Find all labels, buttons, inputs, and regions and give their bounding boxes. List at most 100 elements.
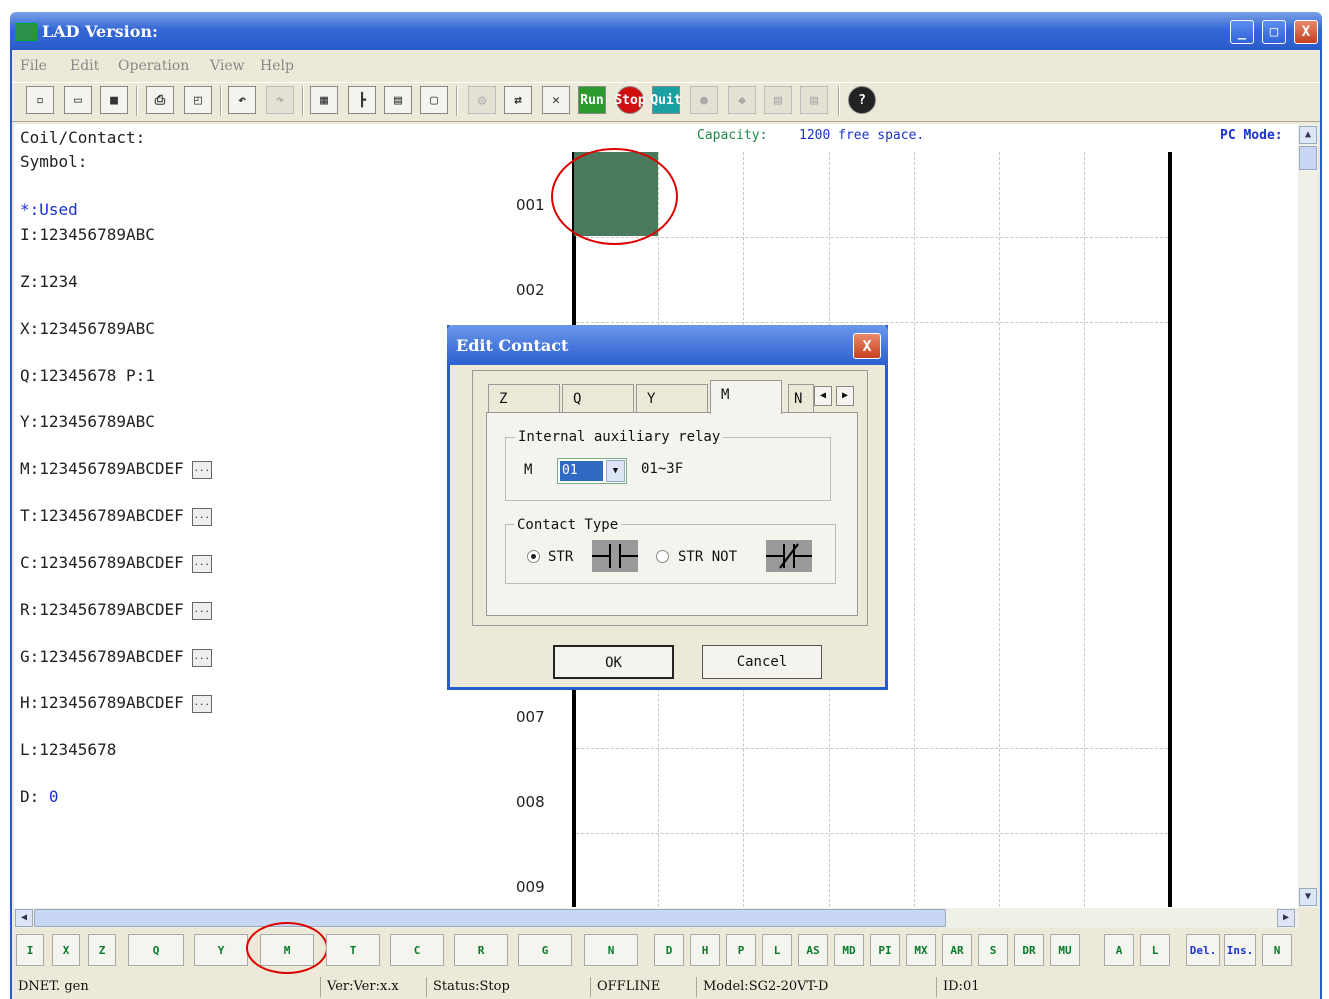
coil-l-button[interactable]: L	[762, 934, 792, 966]
write-icon[interactable]: ▤	[764, 86, 792, 114]
coil-dr-button[interactable]: DR	[1014, 934, 1044, 966]
r-more-button[interactable]: ...	[191, 601, 212, 620]
new-file-icon[interactable]: ▫	[26, 86, 54, 114]
radio-str-not[interactable]	[656, 550, 669, 563]
radio-str-label: STR	[548, 549, 574, 565]
menu-edit[interactable]: Edit	[70, 58, 99, 74]
text-view-icon[interactable]: ▢	[420, 86, 448, 114]
tab-m[interactable]: M	[710, 380, 782, 414]
help-icon[interactable]: ?	[848, 86, 876, 114]
contact-z-button[interactable]: Z	[88, 934, 116, 966]
symbol-g-row: G:123456789ABCDEF...	[20, 647, 212, 667]
symbol-y: Y:123456789ABC	[20, 412, 155, 431]
toolbar-separator	[220, 86, 222, 116]
coil-contact-label: Coil/Contact:	[20, 128, 146, 147]
contact-g-button[interactable]: G	[518, 934, 572, 966]
undo-icon[interactable]: ↶	[228, 86, 256, 114]
horizontal-scroll-thumb[interactable]	[34, 909, 946, 927]
settings-tool-icon[interactable]: ✕	[542, 86, 570, 114]
redo-icon[interactable]: ↷	[266, 86, 294, 114]
maximize-button[interactable]: □	[1262, 20, 1286, 44]
cancel-button[interactable]: Cancel	[702, 645, 822, 679]
coil-mu-button[interactable]: MU	[1050, 934, 1080, 966]
pc-mode-label: PC Mode:	[1220, 128, 1283, 143]
insert-button[interactable]: Ins.	[1224, 934, 1256, 966]
read-icon[interactable]: ▤	[800, 86, 828, 114]
menu-file[interactable]: File	[20, 58, 47, 74]
toolbar-separator	[302, 86, 304, 116]
right-power-rail	[1168, 152, 1172, 907]
symbol-m-row: M:123456789ABCDEF...	[20, 459, 212, 479]
ok-button[interactable]: OK	[553, 645, 674, 679]
coil-md-button[interactable]: MD	[834, 934, 864, 966]
h-more-button[interactable]: ...	[191, 694, 212, 713]
contact-i-button[interactable]: I	[16, 934, 44, 966]
m-more-button[interactable]: ...	[191, 460, 212, 479]
contact-r-button[interactable]: R	[454, 934, 508, 966]
ladder-view-icon[interactable]: ▦	[310, 86, 338, 114]
tab-y[interactable]: Y	[636, 384, 708, 412]
used-legend: *:Used	[20, 200, 78, 219]
status-version: Ver:Ver:x.x	[320, 977, 422, 997]
menu-view[interactable]: View	[210, 58, 245, 74]
c-more-button[interactable]: ...	[191, 554, 212, 573]
scroll-right-icon[interactable]: ▶	[1277, 909, 1295, 927]
grid-line	[1084, 152, 1085, 907]
g-more-button[interactable]: ...	[191, 648, 212, 667]
close-button[interactable]: X	[1294, 20, 1318, 44]
new-rung-button[interactable]: N	[1262, 934, 1292, 966]
contact-y-button[interactable]: Y	[194, 934, 248, 966]
coil-s-button[interactable]: S	[978, 934, 1008, 966]
line-a-button[interactable]: A	[1104, 934, 1134, 966]
vertical-scroll-thumb[interactable]	[1299, 146, 1317, 170]
scroll-left-icon[interactable]: ◀	[15, 909, 33, 927]
tab-scroll-right-icon[interactable]: ▶	[836, 386, 854, 406]
tab-scroll-left-icon[interactable]: ◀	[814, 386, 832, 406]
print-icon[interactable]: ⎙	[146, 86, 174, 114]
coil-as-button[interactable]: AS	[798, 934, 828, 966]
status-file: DNET. gen	[18, 979, 89, 994]
contact-x-button[interactable]: X	[52, 934, 80, 966]
contact-n-button[interactable]: N	[584, 934, 638, 966]
scroll-up-icon[interactable]: ▲	[1299, 126, 1317, 144]
contact-q-button[interactable]: Q	[128, 934, 184, 966]
transfer-icon[interactable]: ⇄	[504, 86, 532, 114]
stop-button[interactable]: Stop	[614, 86, 646, 114]
radio-str[interactable]	[527, 550, 540, 563]
coil-mx-button[interactable]: MX	[906, 934, 936, 966]
vertical-scrollbar[interactable]	[1298, 124, 1318, 908]
chevron-down-icon[interactable]: ▼	[606, 460, 625, 482]
tab-z[interactable]: Z	[488, 384, 560, 412]
menu-help[interactable]: Help	[260, 58, 294, 74]
radio-str-not-label: STR NOT	[678, 549, 738, 565]
contact-c-button[interactable]: C	[390, 934, 444, 966]
symbol-h: H:123456789ABCDEF	[20, 693, 184, 712]
contact-t-button[interactable]: T	[326, 934, 380, 966]
scroll-down-icon[interactable]: ▼	[1299, 888, 1317, 906]
line-l-button[interactable]: L	[1140, 934, 1170, 966]
coil-p-button[interactable]: P	[726, 934, 756, 966]
monitor-icon[interactable]: ●	[690, 86, 718, 114]
dialog-close-button[interactable]: X	[853, 333, 881, 359]
delete-button[interactable]: Del.	[1186, 934, 1220, 966]
save-icon[interactable]: ■	[100, 86, 128, 114]
connect-icon[interactable]: ◎	[468, 86, 496, 114]
simulate-icon[interactable]: ◆	[728, 86, 756, 114]
t-more-button[interactable]: ...	[191, 507, 212, 526]
print-preview-icon[interactable]: ◰	[184, 86, 212, 114]
fbd-view-icon[interactable]: ┣	[348, 86, 376, 114]
coil-ar-button[interactable]: AR	[942, 934, 972, 966]
tab-q[interactable]: Q	[562, 384, 634, 412]
menu-operation[interactable]: Operation	[118, 58, 189, 74]
minimize-button[interactable]: _	[1230, 20, 1254, 44]
coil-pi-button[interactable]: PI	[870, 934, 900, 966]
contact-d-button[interactable]: D	[654, 934, 684, 966]
function-block-icon[interactable]: ▤	[384, 86, 412, 114]
open-folder-icon[interactable]: ▭	[64, 86, 92, 114]
quit-button[interactable]: Quit	[650, 86, 682, 114]
title-bar	[10, 12, 1322, 50]
coil-h-button[interactable]: H	[690, 934, 720, 966]
run-button[interactable]: Run	[578, 86, 606, 114]
row-number: 008	[516, 793, 545, 811]
tab-n[interactable]: N	[788, 384, 814, 412]
